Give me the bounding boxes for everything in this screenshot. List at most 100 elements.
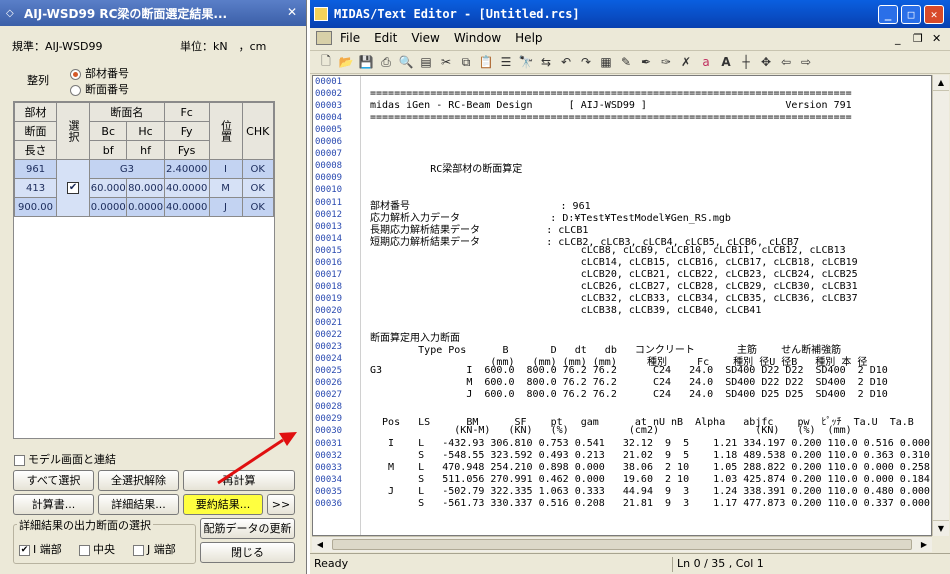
- calc-book-button[interactable]: 計算書...: [13, 494, 94, 515]
- vertical-scrollbar[interactable]: ▲ ▼: [932, 75, 949, 536]
- header-position: 位置: [208, 102, 243, 160]
- menu-help[interactable]: Help: [515, 31, 542, 45]
- page-setup-icon[interactable]: ▤: [416, 55, 436, 69]
- highlight-icon[interactable]: ✎: [616, 55, 636, 69]
- minimize-icon[interactable]: _: [878, 5, 898, 24]
- link-model-checkbox[interactable]: モデル画面と連結: [14, 451, 116, 467]
- scroll-thumb[interactable]: [332, 539, 912, 550]
- output-check-i-end[interactable]: ✔ I 端部: [19, 541, 62, 557]
- pen2-icon[interactable]: ✑: [656, 55, 676, 69]
- mdi-minimize-icon[interactable]: _: [895, 32, 901, 45]
- line-number: 00007: [315, 149, 343, 160]
- find-icon[interactable]: 🔭: [516, 55, 536, 69]
- table-row[interactable]: 961 ✔ G3 2.40000 I OK: [13, 159, 275, 217]
- code-line: cLCB14, cLCB15, cLCB16, cLCB17, cLCB18, …: [370, 256, 858, 268]
- cell-length: 900.00: [13, 197, 58, 217]
- font-icon[interactable]: A: [716, 55, 736, 69]
- line-number: 00013: [315, 221, 343, 232]
- cut-icon[interactable]: ✂: [436, 55, 456, 69]
- move-icon[interactable]: ✥: [756, 55, 776, 69]
- status-position: Ln 0 / 35 , Col 1: [672, 557, 764, 572]
- line-number: 00014: [315, 233, 343, 244]
- code-line: I L -432.93 306.810 0.753 0.541 32.12 9 …: [370, 437, 930, 449]
- horizontal-scrollbar[interactable]: ◀ ▶: [312, 536, 932, 552]
- table-row[interactable]: 900.00 0.0000 0.0000 40.0000 J OK: [13, 197, 275, 217]
- new-file-icon[interactable]: 🗋: [316, 52, 336, 73]
- save-icon[interactable]: 💾: [356, 55, 376, 69]
- output-check-j-end[interactable]: J 端部: [133, 541, 176, 557]
- checkbox-checked-icon[interactable]: ✔: [67, 182, 80, 194]
- code-line: S -548.55 323.592 0.493 0.213 21.02 9 5 …: [370, 449, 930, 461]
- status-bar: Ready Ln 0 / 35 , Col 1: [310, 553, 950, 574]
- select-checkbox-cell[interactable]: ✔: [56, 159, 91, 217]
- select-all-button[interactable]: すべて選択: [13, 470, 94, 491]
- cell-fys: 40.0000: [163, 197, 210, 217]
- nav-left-icon[interactable]: ⇦: [776, 55, 796, 69]
- line-number: 00019: [315, 293, 343, 304]
- radio-selected-icon: [70, 68, 81, 80]
- document-icon[interactable]: [316, 31, 332, 45]
- header-section: 断面: [13, 121, 58, 141]
- cell-hf: 0.0000: [126, 197, 165, 217]
- sort-radio-section[interactable]: 断面番号: [70, 81, 129, 97]
- open-folder-icon[interactable]: 📂: [336, 55, 356, 69]
- code-line: ========================================…: [370, 88, 852, 100]
- print-icon[interactable]: ⎙: [376, 55, 396, 70]
- scroll-right-icon[interactable]: ▶: [916, 537, 932, 552]
- more-button[interactable]: >>: [267, 494, 295, 515]
- copy-icon[interactable]: ⧉: [456, 55, 476, 70]
- line-number: 00017: [315, 269, 343, 280]
- nav-right-icon[interactable]: ⇨: [796, 55, 816, 69]
- maximize-icon[interactable]: □: [901, 5, 921, 24]
- font-color-icon[interactable]: a: [696, 55, 716, 69]
- code-line: G3 I 600.0 800.0 76.2 76.2 C24 24.0 SD40…: [370, 365, 888, 377]
- code-line: cLCB38, cLCB39, cLCB40, cLCB41: [370, 304, 762, 316]
- status-ready: Ready: [314, 557, 349, 570]
- rebar-update-button[interactable]: 配筋データの更新: [200, 518, 295, 539]
- line-number: 00002: [315, 89, 343, 100]
- collapse-icon[interactable]: ◇: [6, 8, 18, 19]
- menu-file[interactable]: File: [340, 31, 360, 45]
- code-line: midas iGen - RC-Beam Design [ AIJ-WSD99 …: [370, 100, 852, 112]
- redo-icon[interactable]: ↷: [576, 55, 596, 69]
- replace-icon[interactable]: ⇆: [536, 55, 556, 69]
- header-hc: Hc: [126, 121, 165, 141]
- checkbox-checked-icon: ✔: [19, 544, 30, 556]
- pen-icon[interactable]: ✒: [636, 55, 656, 69]
- text-area[interactable]: 00001 00002 00003 00004 00005 00006 00007 00008…: [312, 75, 932, 536]
- erase-icon[interactable]: ✗: [676, 55, 696, 69]
- close-icon[interactable]: ✕: [284, 5, 300, 21]
- cursor-icon[interactable]: ┼: [736, 55, 756, 69]
- deselect-all-button[interactable]: 全選択解除: [98, 470, 179, 491]
- code-line: (KN-M) (KN) (%) (cm2) (KN) (%) (mm): [370, 425, 852, 437]
- close-icon[interactable]: ✕: [924, 5, 944, 24]
- table-row[interactable]: 413 60.000 80.000 40.0000 M OK: [13, 178, 275, 198]
- detail-result-button[interactable]: 詳細結果...: [98, 494, 179, 515]
- output-check-center[interactable]: 中央: [79, 541, 115, 557]
- mdi-restore-icon[interactable]: ❐: [913, 32, 923, 45]
- result-table: 部材 選択 断面名 Fc 位置 CHK 断面 Bc Hc Fy 長さ bf hf…: [13, 101, 275, 439]
- code-line: cLCB32, cLCB33, cLCB34, cLCB35, cLCB36, …: [370, 292, 858, 304]
- header-fy: Fy: [163, 121, 210, 141]
- menu-edit[interactable]: Edit: [374, 31, 397, 45]
- recalc-button[interactable]: 再計算: [183, 470, 295, 491]
- sort-radio-member[interactable]: 部材番号: [70, 65, 129, 81]
- scroll-left-icon[interactable]: ◀: [312, 537, 328, 552]
- code-line: S 511.056 270.991 0.462 0.000 19.60 2 10…: [370, 473, 930, 485]
- cell-pos: M: [208, 178, 243, 198]
- paste-icon[interactable]: 📋: [476, 55, 496, 69]
- format-icon[interactable]: ☰: [496, 55, 516, 69]
- close-button[interactable]: 閉じる: [200, 542, 295, 563]
- summary-result-button[interactable]: 要約結果...: [183, 494, 263, 515]
- undo-icon[interactable]: ↶: [556, 55, 576, 69]
- mdi-close-icon[interactable]: ✕: [932, 32, 941, 45]
- menu-view[interactable]: View: [411, 31, 439, 45]
- line-number: 00020: [315, 305, 343, 316]
- report-icon[interactable]: ▦: [596, 55, 616, 69]
- checkbox-unchecked-icon: [14, 454, 25, 466]
- scroll-down-icon[interactable]: ▼: [933, 520, 949, 536]
- print-preview-icon[interactable]: 🔍: [396, 55, 416, 69]
- cell-section: 413: [13, 178, 58, 198]
- menu-window[interactable]: Window: [454, 31, 501, 45]
- scroll-up-icon[interactable]: ▲: [933, 75, 949, 91]
